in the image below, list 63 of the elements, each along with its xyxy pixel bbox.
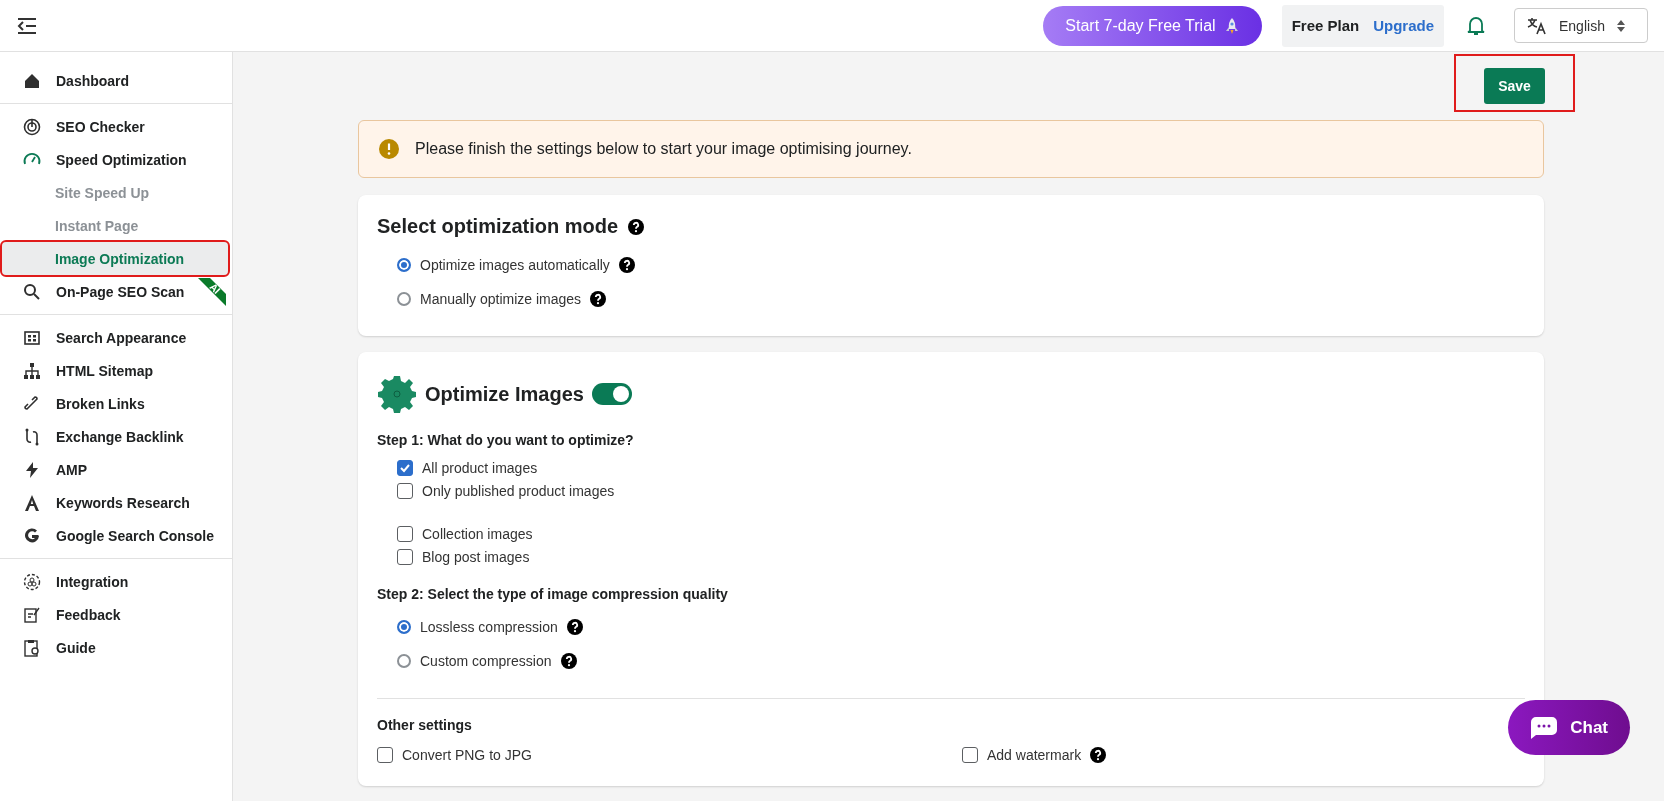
sidebar-item[interactable]: AMP (2, 453, 228, 486)
sidebar-item[interactable]: Integration (2, 565, 228, 598)
checkbox[interactable] (397, 525, 413, 542)
help-icon[interactable] (1090, 746, 1107, 763)
checkbox[interactable] (397, 482, 413, 499)
checkbox-label[interactable]: Collection images (422, 525, 533, 542)
help-icon[interactable] (590, 291, 607, 307)
radio-button[interactable] (397, 258, 411, 272)
language-select[interactable]: English (1514, 8, 1648, 43)
sidebar-item[interactable]: Speed Optimization (2, 143, 228, 176)
sidebar-item[interactable]: Dashboard (2, 64, 228, 97)
sidebar-item[interactable]: Feedback (2, 598, 228, 631)
help-icon[interactable] (628, 218, 645, 235)
checkbox-label[interactable]: Convert PNG to JPG (402, 746, 532, 763)
sort-caret-icon (1616, 19, 1625, 32)
ai-badge: AI (198, 278, 226, 306)
sidebar-item[interactable]: Exchange Backlink (2, 420, 228, 453)
checkbox-label[interactable]: All product images (422, 459, 538, 476)
section-label: Other settings (377, 717, 473, 733)
help-icon[interactable] (618, 257, 635, 273)
sidebar-item[interactable]: HTML Sitemap (2, 354, 228, 387)
banner-text: Please finish the settings below to start your image optimising journey. (415, 140, 912, 158)
sidebar-item[interactable]: SEO Checker (2, 110, 228, 143)
translate-icon (1527, 16, 1547, 35)
radio-label[interactable]: Custom compression (420, 653, 552, 669)
radio-button[interactable] (397, 620, 411, 634)
step-label: Step 2: Select the type of image compression quality (377, 586, 729, 602)
menu-icon[interactable] (16, 15, 38, 36)
checkbox[interactable] (397, 459, 413, 476)
checkbox[interactable] (397, 548, 413, 565)
help-icon[interactable] (566, 619, 583, 635)
help-icon[interactable] (560, 653, 577, 669)
checkbox-label[interactable]: Add watermark (987, 746, 1082, 763)
toggle-switch[interactable] (591, 383, 632, 405)
radio-button[interactable] (397, 292, 411, 306)
save-button[interactable]: Save (1484, 68, 1545, 104)
rocket-icon (1223, 16, 1240, 35)
sidebar-item[interactable]: Google Search Console (2, 519, 228, 552)
sidebar-item[interactable]: On-Page SEO Scan AI (2, 275, 228, 308)
radio-label[interactable]: Manually optimize images (420, 291, 582, 307)
card-title: Optimize Images (425, 382, 584, 406)
sidebar-item[interactable]: Guide (2, 631, 228, 664)
chat-bubble-icon (1530, 715, 1559, 740)
radio-label[interactable]: Lossless compression (420, 619, 558, 635)
gear-icon (377, 374, 417, 414)
checkbox-label[interactable]: Blog post images (422, 548, 530, 565)
radio-label[interactable]: Optimize images automatically (420, 257, 610, 273)
card-title: Select optimization mode (377, 215, 619, 238)
warning-icon (379, 139, 399, 159)
radio-button[interactable] (397, 654, 411, 668)
sidebar-item[interactable]: Search Appearance (2, 321, 228, 354)
checkbox[interactable] (377, 746, 393, 763)
step-label: Step 1: What do you want to optimize? (377, 432, 635, 448)
free-trial-button[interactable]: Start 7-day Free Trial (1043, 5, 1262, 46)
checkbox-label[interactable]: Only published product images (422, 482, 615, 499)
sidebar-item[interactable]: Keywords Research (2, 486, 228, 519)
upgrade-link[interactable]: Upgrade (1373, 17, 1434, 34)
checkbox[interactable] (962, 746, 978, 763)
bell-icon[interactable] (1466, 14, 1486, 37)
plan-label: Free Plan (1291, 17, 1360, 34)
submenu-item[interactable]: Image Optimization (2, 242, 228, 275)
chat-button[interactable]: Chat (1508, 700, 1630, 755)
sidebar-item[interactable]: Broken Links (2, 387, 228, 420)
